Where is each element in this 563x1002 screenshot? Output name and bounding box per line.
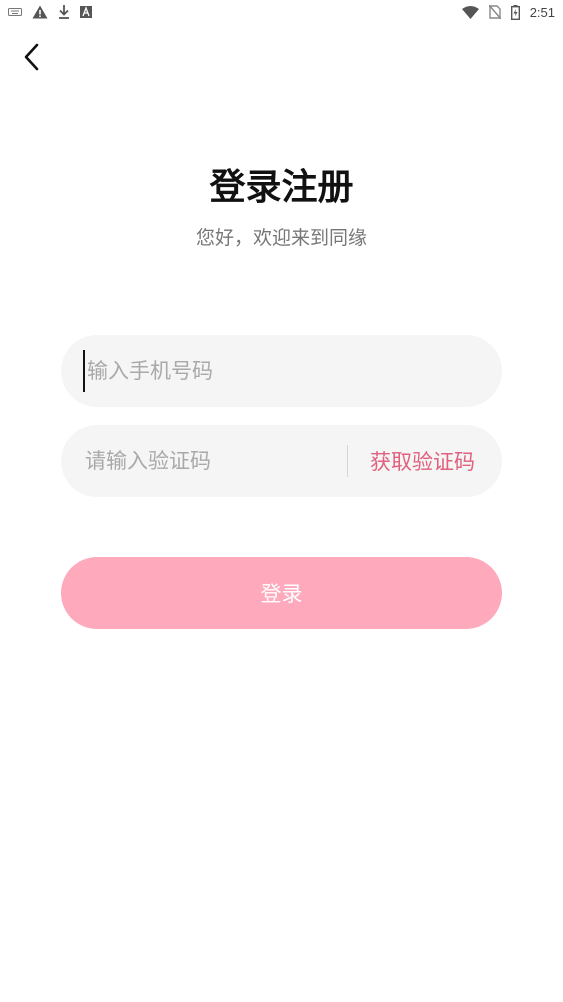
status-time: 2:51 [529,4,555,20]
verification-code-input[interactable] [83,440,327,482]
page-subtitle: 您好，欢迎来到同缘 [195,227,367,249]
page-title: 登录注册 [209,167,354,208]
no-sim-icon [488,5,501,19]
wifi-icon [461,5,479,19]
login-button[interactable]: 登录 [61,557,502,629]
phone-input[interactable] [83,350,479,392]
battery-icon [510,4,520,20]
status-left [8,5,92,19]
text-box-icon [80,6,92,18]
keyboard-icon [8,7,22,17]
back-button[interactable] [14,42,48,76]
field-divider [347,445,348,477]
status-bar: 2:51 [0,0,563,24]
chevron-left-icon [22,42,40,76]
status-right: 2:51 [461,4,555,20]
get-code-button[interactable]: 获取验证码 [370,446,475,476]
phone-field [61,335,502,407]
verification-code-field: 获取验证码 [61,425,502,497]
download-icon [58,5,70,19]
warning-icon [32,5,48,19]
